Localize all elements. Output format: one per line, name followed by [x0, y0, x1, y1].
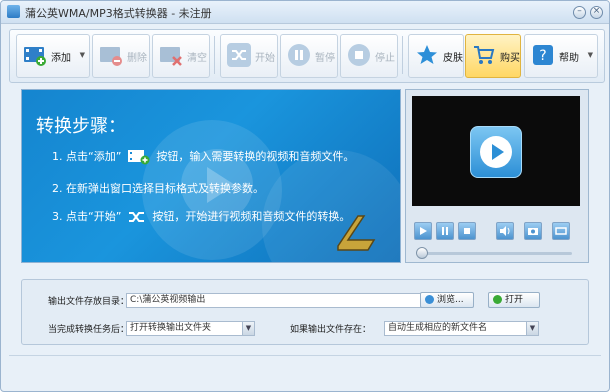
skin-button[interactable]: 皮肤 — [408, 34, 464, 78]
browse-label: 浏览... — [437, 295, 464, 305]
step-1-suffix: 按钮，输入需要转换的视频和音频文件。 — [156, 150, 355, 163]
chevron-down-icon: ▼ — [587, 51, 593, 59]
after-task-select[interactable]: 打开转换输出文件夹 ▼ — [126, 321, 255, 336]
if-exists-value: 自动生成相应的新文件名 — [388, 323, 488, 333]
title-bar: 蒲公英WMA/MP3格式转换器 - 未注册 – × — [1, 1, 609, 24]
status-bar — [9, 355, 601, 378]
after-task-value: 打开转换输出文件夹 — [130, 323, 212, 333]
stop-button[interactable] — [458, 222, 476, 240]
skin-label: 皮肤 — [443, 53, 463, 64]
help-label: 帮助 — [559, 53, 579, 64]
help-icon: ? — [533, 45, 553, 65]
play-icon — [480, 136, 512, 168]
open-button[interactable]: 打开 — [488, 292, 540, 308]
play-icon — [420, 227, 427, 235]
video-screen — [412, 96, 580, 206]
star-icon — [417, 45, 437, 64]
svg-text:?: ? — [539, 48, 546, 64]
seek-handle[interactable] — [416, 247, 428, 259]
step-1-prefix: 1. 点击“添加” — [52, 150, 122, 163]
after-task-label: 当完成转换任务后： — [48, 325, 130, 335]
instruction-banner: 转换步骤： 1. 点击“添加” 按钮，输入需要转换的视频和音频文件。 2. 在新… — [21, 89, 401, 263]
preview-player — [405, 89, 589, 263]
clear-label: 清空 — [187, 53, 207, 64]
toolbar: 添加 ▼ 删除 清空 开始 暂停 停止 皮肤 购买 ? 帮助 ▼ — [9, 29, 605, 83]
open-folder-icon — [493, 295, 502, 304]
play-button-large[interactable] — [470, 126, 522, 178]
main-window: 蒲公英WMA/MP3格式转换器 - 未注册 – × 添加 ▼ 删除 清空 开始 … — [0, 0, 610, 392]
add-film-icon — [127, 150, 150, 165]
step-1: 1. 点击“添加” 按钮，输入需要转换的视频和音频文件。 — [52, 148, 354, 165]
close-icon: × — [592, 6, 601, 16]
if-exists-select[interactable]: 自动生成相应的新文件名 ▼ — [384, 321, 539, 336]
buy-button[interactable]: 购买 — [465, 34, 521, 78]
speaker-icon — [500, 226, 510, 236]
output-dir-field[interactable]: C:\蒲公英视频输出 — [126, 293, 431, 308]
output-settings-panel: 输出文件存放目录： C:\蒲公英视频输出 浏览... 打开 当完成转换任务后： … — [21, 279, 589, 345]
step-3-suffix: 按钮，开始进行视频和音频文件的转换。 — [152, 210, 351, 223]
add-button[interactable]: 添加 ▼ — [16, 34, 90, 78]
banner-heading: 转换步骤： — [36, 116, 126, 137]
pause-icon — [442, 227, 448, 235]
stop-button[interactable]: 停止 — [340, 34, 398, 78]
step-2: 2. 在新弹出窗口选择目标格式及转换参数。 — [52, 182, 264, 195]
toolbar-separator — [402, 36, 403, 74]
toolbar-separator — [214, 36, 215, 74]
play-button[interactable] — [414, 222, 432, 240]
snapshot-button[interactable] — [524, 222, 542, 240]
seek-track[interactable] — [420, 252, 572, 255]
help-button[interactable]: ? 帮助 ▼ — [524, 34, 598, 78]
stop-icon — [348, 44, 370, 66]
close-button[interactable]: × — [590, 6, 603, 19]
pause-button[interactable]: 暂停 — [280, 34, 338, 78]
volume-button[interactable] — [496, 222, 514, 240]
minimize-icon: – — [577, 6, 582, 16]
step-3: 3. 点击“开始” 按钮，开始进行视频和音频文件的转换。 — [52, 208, 350, 225]
output-dir-label: 输出文件存放目录： — [48, 297, 130, 307]
step-3-prefix: 3. 点击“开始” — [52, 210, 122, 223]
chevron-down-icon: ▼ — [79, 51, 85, 59]
pause-label: 暂停 — [315, 53, 335, 64]
delete-film-icon — [100, 47, 122, 66]
stop-icon — [464, 228, 470, 234]
shopping-cart-icon — [474, 46, 495, 64]
start-button[interactable]: 开始 — [220, 34, 278, 78]
clear-film-icon — [160, 47, 182, 66]
clear-button[interactable]: 清空 — [152, 34, 210, 78]
add-label: 添加 — [51, 53, 71, 64]
window-title: 蒲公英WMA/MP3格式转换器 - 未注册 — [25, 7, 212, 20]
if-exists-label: 如果输出文件存在： — [290, 325, 372, 335]
shuffle-icon — [227, 43, 251, 67]
pause-icon — [288, 44, 310, 66]
chevron-down-icon: ▼ — [242, 322, 254, 335]
shuffle-icon — [128, 212, 144, 222]
buy-label: 购买 — [500, 53, 520, 64]
start-label: 开始 — [255, 53, 275, 64]
folder-icon — [425, 295, 434, 304]
minimize-button[interactable]: – — [573, 6, 586, 19]
stop-label: 停止 — [375, 53, 395, 64]
fullscreen-icon — [555, 227, 567, 235]
browse-button[interactable]: 浏览... — [420, 292, 474, 308]
app-icon — [7, 5, 20, 18]
pause-button[interactable] — [436, 222, 454, 240]
delete-button[interactable]: 删除 — [92, 34, 150, 78]
chevron-down-icon: ▼ — [526, 322, 538, 335]
add-film-icon — [24, 47, 46, 66]
camera-icon — [528, 228, 538, 235]
open-label: 打开 — [505, 295, 524, 305]
fullscreen-button[interactable] — [552, 222, 570, 240]
delete-label: 删除 — [127, 53, 147, 64]
